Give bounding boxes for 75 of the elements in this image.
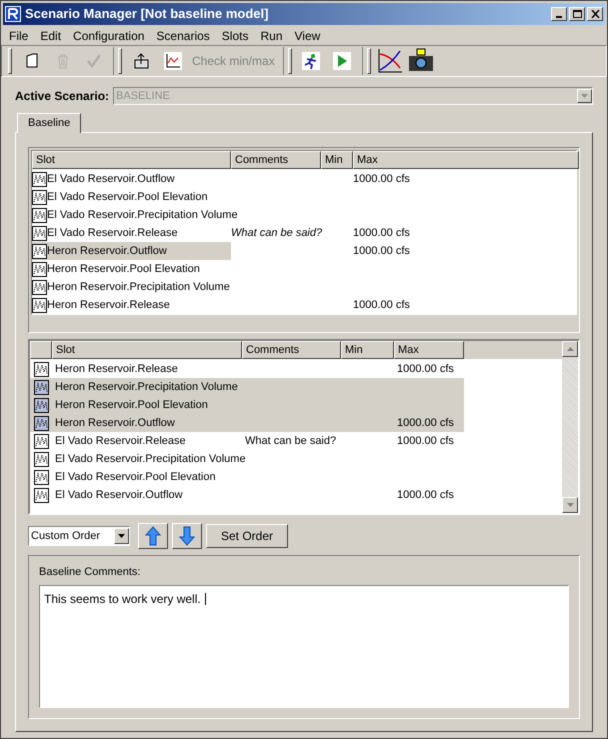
export-icon[interactable] — [132, 52, 150, 70]
table-cell-text: 1000.00 cfs — [397, 488, 454, 503]
table-cell-text: 1000.00 cfs — [397, 362, 454, 377]
running-figure-icon[interactable] — [302, 52, 320, 70]
move-up-button[interactable] — [138, 523, 168, 549]
maximize-button[interactable] — [569, 7, 585, 21]
graph-icon — [34, 488, 48, 502]
table-cell-text: El Vado Reservoir.Release — [55, 434, 186, 449]
menu-item[interactable]: Slots — [216, 27, 254, 45]
maximize-icon — [572, 10, 582, 18]
column-header[interactable]: Slot — [52, 341, 242, 359]
menu-item[interactable]: View — [288, 27, 326, 45]
table-cell-text: El Vado Reservoir.Pool Elevation — [47, 190, 208, 205]
table-cell-text: El Vado Reservoir.Release — [47, 226, 178, 241]
table-cell-text: Heron Reservoir.Precipitation Volume — [55, 380, 238, 395]
table-cell-text: El Vado Reservoir.Outflow — [47, 172, 175, 187]
table-cell-text: 1000.00 cfs — [397, 434, 454, 449]
column-header[interactable]: Comments — [242, 341, 341, 359]
column-header[interactable]: Min — [321, 151, 353, 169]
table-cell-text: Heron Reservoir.Outflow — [47, 244, 167, 259]
table-cell-text: El Vado Reservoir.Pool Elevation — [55, 470, 216, 485]
graph-icon — [34, 452, 48, 466]
graph-icon — [34, 362, 48, 376]
menu-item[interactable]: Run — [254, 27, 288, 45]
graph-icon — [34, 416, 48, 430]
play-icon[interactable] — [333, 52, 352, 70]
table-cell-text: Heron Reservoir.Precipitation Volume — [47, 280, 230, 295]
up-arrow-icon — [145, 526, 161, 546]
table-cell-text: Heron Reservoir.Pool Elevation — [55, 398, 208, 413]
table-cell-text: What can be said? — [245, 434, 336, 449]
menu-item[interactable]: Scenarios — [150, 27, 216, 45]
column-header[interactable]: Min — [341, 341, 394, 359]
close-icon — [590, 10, 600, 18]
table-cell-text: 1000.00 cfs — [353, 244, 410, 259]
table-cell-text: El Vado Reservoir.Outflow — [55, 488, 183, 503]
table-cell-text: Heron Reservoir.Release — [47, 298, 170, 313]
app-logo-icon — [5, 6, 21, 22]
table-cell-text: Heron Reservoir.Release — [55, 362, 178, 377]
graph-icon — [34, 380, 48, 394]
table-cell-text: Heron Reservoir.Outflow — [55, 416, 175, 431]
table-cell-text: 1000.00 cfs — [353, 298, 410, 313]
close-button[interactable] — [587, 7, 603, 21]
comments-field[interactable]: This seems to work very well. — [39, 584, 569, 708]
column-header[interactable] — [30, 341, 52, 359]
order-dropdown[interactable]: Custom Order — [28, 526, 130, 546]
table-cell-text: El Vado Reservoir.Precipitation Volume — [55, 452, 246, 467]
menu-item[interactable]: File — [3, 27, 34, 45]
graph-icon — [34, 434, 48, 448]
field-label: Baseline Comments: — [39, 565, 142, 580]
column-header[interactable]: Max — [353, 151, 579, 169]
table-cell-text: Heron Reservoir.Pool Elevation — [47, 262, 200, 277]
down-arrow-icon — [179, 526, 195, 546]
graph-icon — [34, 398, 48, 412]
table-cell-text: 1000.00 cfs — [397, 416, 454, 431]
graph-icon — [34, 470, 48, 484]
set-order-button[interactable]: Set Order — [206, 524, 288, 548]
column-header[interactable]: Max — [394, 341, 464, 359]
crossing-lines-chart-icon[interactable] — [377, 48, 404, 74]
table-cell-text: 1000.00 cfs — [353, 226, 410, 241]
column-header[interactable]: Comments — [231, 151, 321, 169]
camera-icon[interactable] — [408, 48, 434, 74]
new-document-icon[interactable] — [24, 53, 40, 69]
table-cell-text: El Vado Reservoir.Precipitation Volume — [47, 208, 238, 223]
table-cell-text: 1000.00 cfs — [353, 172, 410, 187]
menu-item[interactable]: Configuration — [67, 27, 150, 45]
window-title: Scenario Manager [Not baseline model] — [25, 5, 270, 24]
tab[interactable]: Baseline — [17, 113, 82, 133]
scrollbar[interactable] — [562, 341, 578, 513]
minimize-button[interactable] — [551, 7, 567, 21]
table-cell-text: What can be said? — [231, 226, 322, 241]
move-down-button[interactable] — [172, 523, 202, 549]
column-header[interactable]: Slot — [32, 151, 231, 169]
field-label: Active Scenario: — [15, 88, 110, 105]
menu-item[interactable]: Edit — [34, 27, 68, 45]
plot-icon[interactable] — [164, 52, 182, 70]
